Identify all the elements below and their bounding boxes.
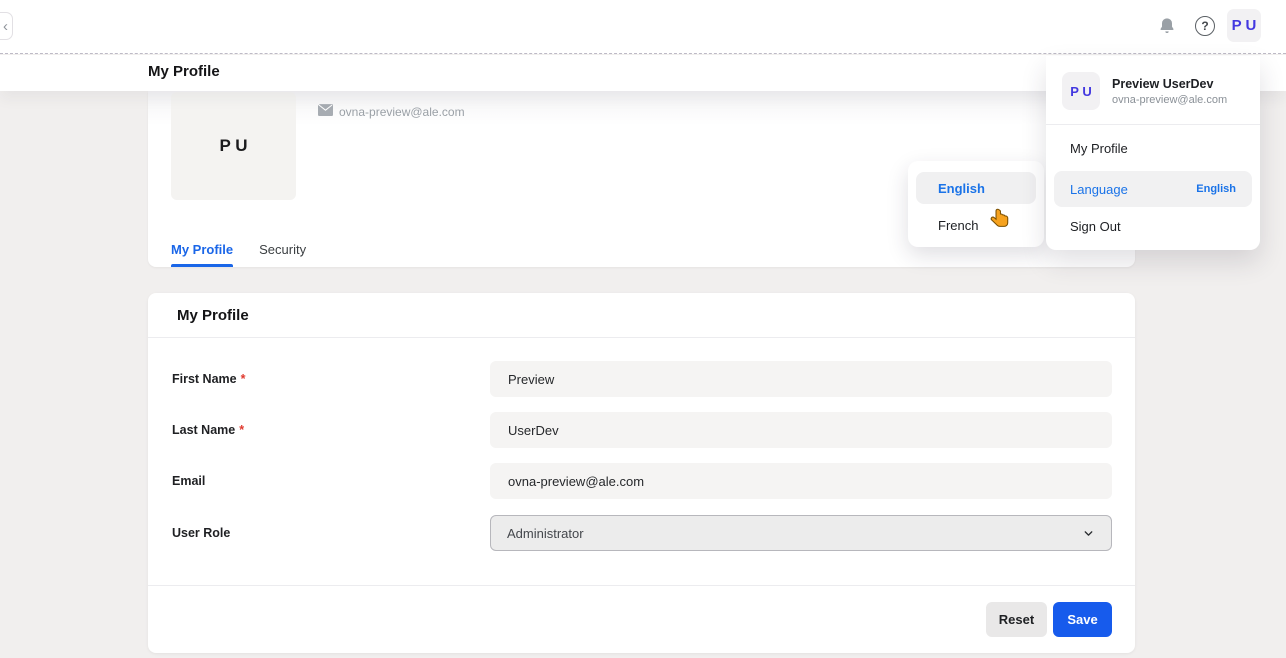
help-button[interactable]: ? <box>1193 14 1217 38</box>
first-name-input[interactable] <box>490 361 1112 397</box>
last-name-input[interactable] <box>490 412 1112 448</box>
notifications-button[interactable] <box>1155 14 1179 38</box>
menu-item-my-profile[interactable]: My Profile <box>1046 130 1260 166</box>
required-asterisk: * <box>239 423 244 437</box>
user-role-label: User Role <box>172 515 230 551</box>
profile-email: ovna-preview@ale.com <box>339 105 465 119</box>
email-input[interactable] <box>490 463 1112 499</box>
reset-button[interactable]: Reset <box>986 602 1047 637</box>
language-option-english[interactable]: English <box>916 172 1036 204</box>
language-label: Language <box>1070 182 1128 197</box>
card-footer-divider <box>148 585 1135 586</box>
menu-item-language[interactable]: Language English <box>1054 171 1252 207</box>
user-menu-divider <box>1046 124 1260 125</box>
user-menu-profile-row: P U Preview UserDev ovna-preview@ale.com <box>1062 72 1227 110</box>
language-value-badge: English <box>1196 183 1236 195</box>
profile-avatar: P U <box>171 92 296 200</box>
page-root: ‹ ? P U My Profile P U <box>0 0 1286 658</box>
tab-security[interactable]: Security <box>259 231 306 267</box>
user-menu-dropdown: P U Preview UserDev ovna-preview@ale.com… <box>1046 56 1260 250</box>
bell-icon <box>1157 15 1177 38</box>
user-menu-email: ovna-preview@ale.com <box>1112 94 1227 106</box>
email-icon <box>318 103 333 121</box>
required-asterisk: * <box>241 372 246 386</box>
chevron-down-icon <box>1082 527 1095 540</box>
tab-my-profile[interactable]: My Profile <box>171 231 233 267</box>
form-card-title: My Profile <box>177 307 249 324</box>
chevron-left-icon: ‹ <box>3 18 8 35</box>
page-title: My Profile <box>148 63 220 80</box>
first-name-row: First Name* <box>148 361 1135 397</box>
last-name-label: Last Name* <box>172 412 244 448</box>
language-option-french[interactable]: French <box>916 209 1036 241</box>
profile-form-card: My Profile First Name* Last Name* Email … <box>148 293 1135 653</box>
back-button[interactable]: ‹ <box>0 12 13 40</box>
email-row: Email <box>148 463 1135 499</box>
user-role-row: User Role Administrator <box>148 515 1135 551</box>
user-role-select[interactable]: Administrator <box>490 515 1112 551</box>
top-bar: ‹ ? P U <box>0 0 1286 54</box>
last-name-row: Last Name* <box>148 412 1135 448</box>
user-menu-avatar: P U <box>1062 72 1100 110</box>
user-avatar-button[interactable]: P U <box>1227 9 1261 42</box>
user-role-value: Administrator <box>507 526 584 541</box>
user-menu-name: Preview UserDev <box>1112 77 1227 91</box>
save-button[interactable]: Save <box>1053 602 1112 637</box>
email-label: Email <box>172 463 205 499</box>
question-mark-icon: ? <box>1195 16 1215 36</box>
first-name-label: First Name* <box>172 361 245 397</box>
language-submenu: English French <box>908 161 1044 247</box>
profile-email-row: ovna-preview@ale.com <box>318 103 465 121</box>
tab-bar: My Profile Security <box>171 231 306 267</box>
card-header-divider <box>148 337 1135 338</box>
menu-item-sign-out[interactable]: Sign Out <box>1046 208 1260 244</box>
user-menu-identity: Preview UserDev ovna-preview@ale.com <box>1112 77 1227 106</box>
